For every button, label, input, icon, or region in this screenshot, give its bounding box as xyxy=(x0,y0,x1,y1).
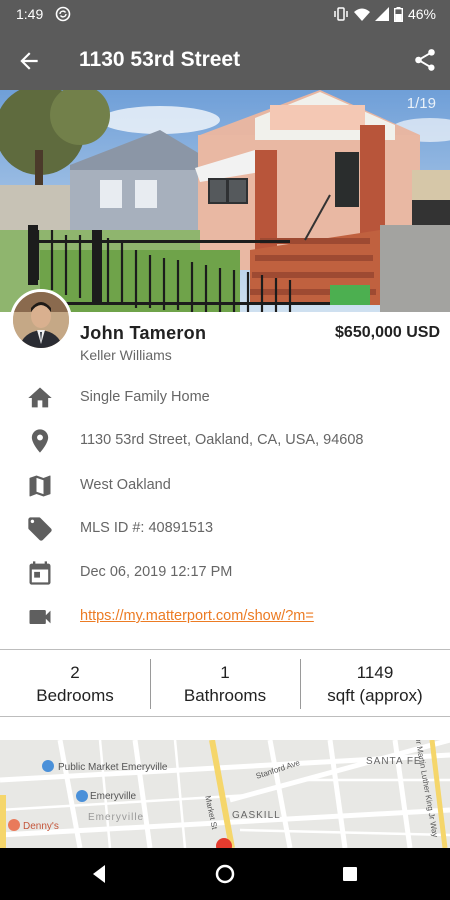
listed-date: Dec 06, 2019 12:17 PM xyxy=(80,564,233,580)
detail-address: 1130 53rd Street, Oakland, CA, USA, 9460… xyxy=(0,421,450,461)
stat-bathrooms: 1 Bathrooms xyxy=(150,650,300,716)
map-label-dennys: Denny's xyxy=(23,821,59,832)
nav-recents-icon[interactable] xyxy=(338,862,362,886)
map-label-gaskill: GASKILL xyxy=(232,810,281,821)
agent-name: John Tameron xyxy=(80,323,207,343)
detail-property-type: Single Family Home xyxy=(0,378,450,418)
detail-virtual-tour: https://my.matterport.com/show/?m= xyxy=(0,597,450,637)
status-bar: 1:49 46% xyxy=(0,0,450,30)
tag-icon xyxy=(26,515,54,543)
bathrooms-value: 1 xyxy=(220,663,230,682)
battery-percent: 46% xyxy=(407,6,436,22)
map-label-public-market: Public Market Emeryville xyxy=(58,762,168,773)
property-stats: 2 Bedrooms 1 Bathrooms 1149 sqft (approx… xyxy=(0,649,450,717)
stat-bedrooms: 2 Bedrooms xyxy=(0,650,150,716)
calendar-icon xyxy=(26,559,54,587)
system-nav-bar xyxy=(0,848,450,900)
property-address: 1130 53rd Street, Oakland, CA, USA, 9460… xyxy=(80,432,364,448)
map-icon xyxy=(26,472,54,500)
status-time: 1:49 xyxy=(16,6,44,22)
signal-icon xyxy=(374,7,389,21)
bedrooms-label: Bedrooms xyxy=(36,686,114,705)
photo-counter: 1/19 xyxy=(406,95,436,112)
stat-sqft: 1149 sqft (approx) xyxy=(300,650,450,716)
agent-company: Keller Williams xyxy=(80,347,172,363)
home-icon xyxy=(26,384,54,412)
video-camera-icon xyxy=(26,603,54,631)
mls-id: MLS ID #: 40891513 xyxy=(80,520,214,536)
bathrooms-label: Bathrooms xyxy=(183,686,267,705)
detail-neighborhood: West Oakland xyxy=(0,466,450,506)
share-icon[interactable] xyxy=(412,47,438,73)
property-photo[interactable]: 1/19 xyxy=(0,90,450,312)
map-label-santa-fe: SANTA FE xyxy=(366,756,422,767)
agent-avatar[interactable] xyxy=(10,289,72,351)
listing-price: $650,000 USD xyxy=(335,324,440,341)
location-pin-icon xyxy=(26,427,54,455)
sync-icon xyxy=(55,6,71,22)
back-arrow-icon[interactable] xyxy=(16,48,42,74)
property-type: Single Family Home xyxy=(80,389,210,405)
map-label-emeryville-station: Emeryville xyxy=(90,791,137,802)
battery-icon xyxy=(393,6,403,22)
map-label-emeryville: Emeryville xyxy=(88,812,145,823)
wifi-icon xyxy=(353,8,370,21)
nav-back-icon[interactable] xyxy=(88,862,112,886)
detail-mls-id: MLS ID #: 40891513 xyxy=(0,509,450,549)
page-title: 1130 53rd Street xyxy=(79,48,241,71)
sqft-value: 1149 xyxy=(356,663,394,682)
app-bar: 1130 53rd Street xyxy=(0,30,450,90)
sqft-label: sqft (approx) xyxy=(327,686,423,705)
neighborhood: West Oakland xyxy=(80,477,171,493)
vibrate-icon xyxy=(333,7,349,21)
detail-listed-date: Dec 06, 2019 12:17 PM xyxy=(0,553,450,593)
virtual-tour-link[interactable]: https://my.matterport.com/show/?m= xyxy=(80,608,314,624)
location-map[interactable]: Public Market Emeryville Emeryville Denn… xyxy=(0,740,450,848)
bedrooms-value: 2 xyxy=(70,663,80,682)
nav-home-icon[interactable] xyxy=(213,862,237,886)
